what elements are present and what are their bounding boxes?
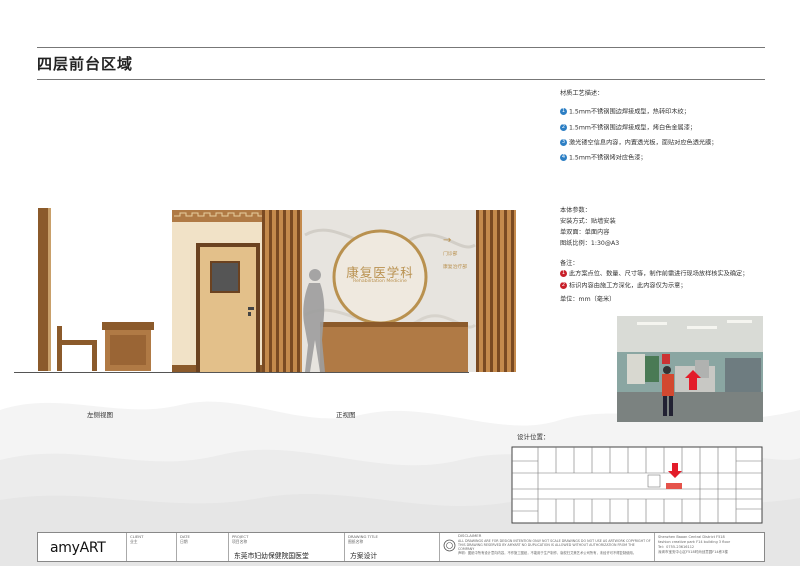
side-view-elevation <box>38 208 154 371</box>
disclaimer-text: ALL DRAWINGS ARE FOR DESIGN INTENTION ON… <box>458 539 651 555</box>
drawing-sheet: 四层前台区域 材质工艺描述： 1 1.5mm不锈钢围边焊接成型，热转印木纹； 21… <box>0 0 800 566</box>
date-label: DATE 日期 <box>180 534 190 544</box>
company-address: Shenzhen Baoan Central District F518 fas… <box>658 535 731 554</box>
drawing-cell: DRAWING TITLE 图纸名称 方案设计 <box>344 533 439 561</box>
site-photo <box>617 316 763 422</box>
direction-arrow-icon: → <box>443 235 452 246</box>
badge-2: 2 <box>560 124 567 131</box>
badge-3: 3 <box>560 139 567 146</box>
project-name: 东莞市妇幼保健院国医堂 <box>234 552 309 560</box>
project-label: PROJECT 项目名称 <box>232 534 249 544</box>
client-label: CLIENT 业主 <box>130 534 144 544</box>
address-cell: Shenzhen Baoan Central District F518 fas… <box>654 533 764 561</box>
front-view-elevation <box>172 210 516 372</box>
param-install: 安装方式：贴墙安装 <box>560 218 616 225</box>
badge-4: 4 <box>560 154 567 161</box>
materials-heading: 材质工艺描述： <box>560 90 604 97</box>
param-sides: 单双面：单面内容 <box>560 229 610 236</box>
note-item-2: 2 标识内容由施工方深化，此内容仅为示意； <box>560 282 687 291</box>
material-text-1: 1.5mm不锈钢围边焊接成型，热转印木纹； <box>569 108 690 116</box>
department-sign-en: Rehabilitation Medicine <box>353 279 407 284</box>
title-block: amyART CLIENT 业主 DATE 日期 PROJECT 项目名称 东莞… <box>37 532 765 562</box>
notes-heading: 备注： <box>560 260 579 267</box>
note-text-1: 此方案点位、数量、尺寸等，制作前需进行现场放样核实及确定； <box>569 270 749 278</box>
header-top-rule <box>37 47 765 48</box>
note-item-1: 1 此方案点位、数量、尺寸等，制作前需进行现场放样核实及确定； <box>560 270 748 279</box>
drawing-label: DRAWING TITLE 图纸名称 <box>348 534 378 544</box>
location-label: 设计位置： <box>517 433 550 441</box>
param-scale: 图纸比例：1:30@A3 <box>560 240 620 247</box>
project-cell: PROJECT 项目名称 东莞市妇幼保健院国医堂 <box>228 533 344 561</box>
disclaimer-heading: DISCLAIMER <box>458 533 482 538</box>
material-text-3: 激光镂空信息内容，内置透光板，面贴对应色透光膜； <box>569 139 718 147</box>
floor-plan <box>511 446 763 524</box>
copyright-icon <box>443 539 456 552</box>
disclaimer-cell: DISCLAIMER ALL DRAWINGS ARE FOR DESIGN I… <box>439 533 654 561</box>
badge-1: 1 <box>560 108 567 115</box>
material-item-2: 2 1.5mm不锈钢围边焊接成型，烤白色金属漆； <box>560 124 696 133</box>
date-cell: DATE 日期 <box>176 533 228 561</box>
direction-sign-2: 康复治疗部 <box>443 265 467 270</box>
material-item-1: 1 1.5mm不锈钢围边焊接成型，热转印木纹； <box>560 108 690 117</box>
params-heading: 本体参数： <box>560 207 591 214</box>
client-cell: CLIENT 业主 <box>126 533 176 561</box>
material-item-4: 4 1.5mm不锈钢烤对应色漆； <box>560 154 647 163</box>
note-badge-1: 1 <box>560 270 567 277</box>
note-text-2: 标识内容由施工方深化，此内容仅为示意； <box>569 282 687 290</box>
direction-sign-1: 门诊部 <box>443 252 458 257</box>
note-badge-2: 2 <box>560 282 567 289</box>
drawing-title: 方案设计 <box>350 552 378 560</box>
material-item-3: 3 激光镂空信息内容，内置透光板，面贴对应色透光膜； <box>560 139 718 148</box>
page-title: 四层前台区域 <box>37 55 134 73</box>
material-text-2: 1.5mm不锈钢围边焊接成型，烤白色金属漆； <box>569 124 697 132</box>
unit-note: 单位：mm（毫米） <box>560 296 616 303</box>
company-logo: amyART <box>50 540 106 556</box>
header-bottom-rule <box>37 79 765 80</box>
front-view-label: 正视图 <box>336 411 356 419</box>
material-text-4: 1.5mm不锈钢烤对应色漆； <box>569 154 647 162</box>
side-view-label: 左侧视图 <box>87 411 113 419</box>
